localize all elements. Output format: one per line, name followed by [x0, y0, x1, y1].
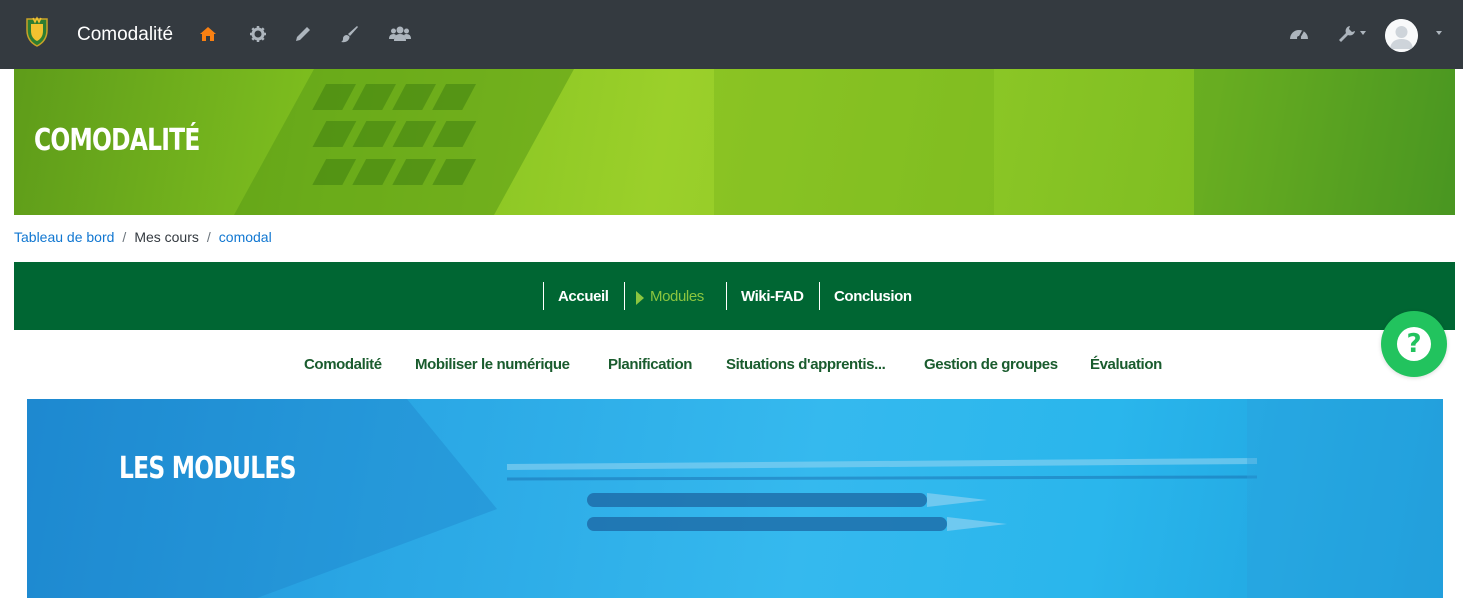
tab-conclusion[interactable]: Conclusion	[834, 288, 912, 305]
top-navbar: Comodalité	[0, 0, 1463, 69]
tab-modules[interactable]: Modules	[650, 288, 704, 305]
users-icon[interactable]	[389, 24, 411, 44]
menu-separator	[819, 282, 820, 310]
submenu-evaluation[interactable]: Évaluation	[1090, 356, 1162, 373]
breadcrumb-item-my-courses[interactable]: Mes cours	[134, 229, 199, 245]
wrench-icon[interactable]	[1337, 24, 1357, 44]
tab-wiki-fad[interactable]: Wiki-FAD	[741, 288, 804, 305]
banner-title: COMODALITÉ	[34, 123, 200, 158]
modules-title: LES MODULES	[119, 451, 296, 486]
submenu-comodalite[interactable]: Comodalité	[304, 356, 382, 373]
submenu-gestion-groupes[interactable]: Gestion de groupes	[924, 356, 1058, 373]
breadcrumb-item-dashboard[interactable]: Tableau de bord	[14, 229, 114, 245]
brush-icon[interactable]	[340, 24, 360, 44]
breadcrumb-item-course[interactable]: comodal	[219, 229, 272, 245]
menu-separator	[543, 282, 544, 310]
user-avatar-icon	[1385, 19, 1418, 52]
breadcrumb-separator: /	[206, 229, 211, 245]
tab-accueil[interactable]: Accueil	[558, 288, 609, 305]
active-arrow-icon	[636, 291, 644, 305]
modules-banner: LES MODULES	[27, 399, 1443, 598]
pens-background-image	[27, 399, 1443, 598]
wrench-caret-icon[interactable]	[1360, 31, 1366, 35]
menu-separator	[726, 282, 727, 310]
help-button[interactable]: ?	[1381, 311, 1447, 377]
breadcrumb: Tableau de bord / Mes cours / comodal	[14, 229, 272, 245]
keyboard-background-image	[234, 69, 1455, 215]
site-name[interactable]: Comodalité	[77, 24, 173, 46]
avatar[interactable]	[1385, 19, 1418, 52]
submenu-situations-apprentissage[interactable]: Situations d'apprentis...	[726, 356, 886, 373]
user-menu-caret-icon[interactable]	[1436, 31, 1442, 35]
help-icon: ?	[1397, 327, 1431, 361]
home-icon[interactable]	[198, 24, 218, 44]
submenu-mobiliser-numerique[interactable]: Mobiliser le numérique	[415, 356, 570, 373]
course-banner: COMODALITÉ	[14, 69, 1455, 215]
course-menu: Accueil Modules Wiki-FAD Conclusion	[14, 262, 1455, 330]
breadcrumb-separator: /	[122, 229, 127, 245]
gear-icon[interactable]	[248, 24, 268, 44]
dashboard-icon[interactable]	[1288, 24, 1310, 44]
menu-separator	[624, 282, 625, 310]
pencil-icon[interactable]	[293, 24, 313, 44]
submenu-planification[interactable]: Planification	[608, 356, 692, 373]
site-logo-icon[interactable]	[24, 16, 50, 48]
